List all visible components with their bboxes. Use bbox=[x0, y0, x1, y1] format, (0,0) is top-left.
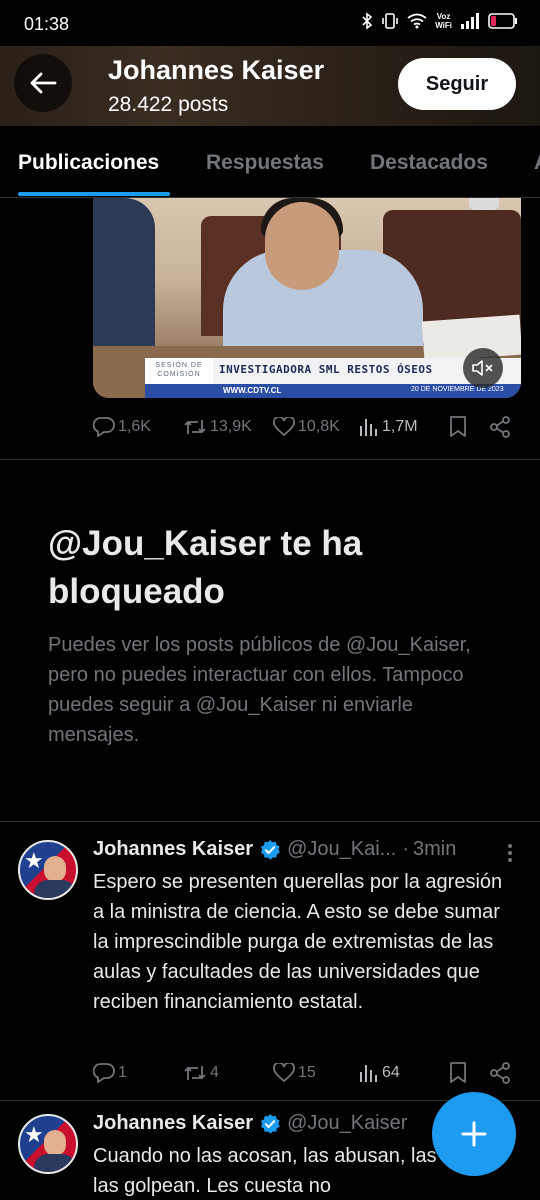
bookmark-button[interactable] bbox=[449, 1062, 467, 1084]
avatar[interactable]: ★ bbox=[18, 1114, 78, 1174]
share-button[interactable] bbox=[489, 1062, 511, 1084]
video-person bbox=[93, 198, 155, 358]
wifi-icon bbox=[407, 13, 427, 29]
more-dot bbox=[508, 844, 512, 848]
avatar-face bbox=[44, 856, 66, 882]
share-icon bbox=[490, 416, 510, 438]
bookmark-icon bbox=[450, 416, 466, 437]
repost-button[interactable]: 4 bbox=[183, 1063, 219, 1083]
tweet-author-name[interactable]: Johannes Kaiser bbox=[93, 1112, 253, 1135]
reply-button[interactable]: 1,6K bbox=[93, 417, 151, 437]
reply-count: 1 bbox=[118, 1064, 127, 1081]
bookmark-icon bbox=[450, 1062, 466, 1083]
tweet-timestamp[interactable]: 3min bbox=[413, 838, 456, 861]
verified-badge-icon bbox=[259, 839, 281, 861]
blocked-description: Puedes ver los posts públicos de @Jou_Ka… bbox=[48, 634, 471, 746]
video-player[interactable]: SESIÓN DE COMISIÓN INVESTIGADORA SML RES… bbox=[93, 198, 521, 398]
follow-button[interactable]: Seguir bbox=[398, 58, 516, 110]
tweet-text: Espero se presenten querellas por la agr… bbox=[93, 871, 503, 1013]
share-button[interactable] bbox=[489, 416, 511, 438]
more-dot bbox=[508, 858, 512, 862]
like-count: 10,8K bbox=[298, 418, 340, 435]
status-icons: Voz WiFi bbox=[361, 12, 518, 30]
lower-third-headline: INVESTIGADORA SML RESTOS ÓSEOS bbox=[219, 363, 433, 376]
repost-count: 13,9K bbox=[210, 418, 252, 435]
tab-respuestas[interactable]: Respuestas bbox=[206, 151, 324, 175]
profile-tabs: Publicaciones Respuestas Destacados A bbox=[0, 126, 540, 198]
like-button[interactable]: 15 bbox=[273, 1063, 316, 1083]
avatar-body bbox=[34, 880, 76, 898]
reply-count: 1,6K bbox=[118, 418, 151, 435]
tweet-author-handle: @Jou_Kaiser bbox=[287, 1112, 408, 1134]
tweet-header: Johannes Kaiser @Jou_Kaiser bbox=[93, 1112, 407, 1135]
avatar-face bbox=[44, 1130, 66, 1156]
video-person-head bbox=[265, 202, 339, 290]
more-dot bbox=[508, 851, 512, 855]
avatar-body bbox=[34, 1154, 76, 1172]
views-icon bbox=[360, 419, 377, 436]
tweet-header: Johannes Kaiser @Jou_Kai... · 3min bbox=[93, 838, 456, 861]
vibrate-icon bbox=[382, 13, 398, 29]
lower-third-site: WWW.CDTV.CL bbox=[223, 386, 282, 395]
status-time: 01:38 bbox=[24, 14, 70, 34]
bluetooth-icon bbox=[362, 12, 373, 30]
profile-name: Johannes Kaiser bbox=[108, 55, 325, 85]
tweet-actions: 1 4 15 64 bbox=[93, 1060, 521, 1086]
tab-destacados[interactable]: Destacados bbox=[370, 151, 488, 175]
tab-publicaciones[interactable]: Publicaciones bbox=[18, 151, 159, 175]
reply-icon bbox=[93, 417, 115, 437]
battery-icon bbox=[488, 13, 517, 29]
like-count: 15 bbox=[298, 1064, 316, 1081]
verified-badge-icon bbox=[259, 1113, 281, 1135]
mute-button[interactable] bbox=[463, 348, 503, 388]
views-button[interactable]: 1,7M bbox=[359, 417, 418, 437]
share-icon bbox=[490, 1062, 510, 1084]
flag-star-icon: ★ bbox=[24, 1122, 44, 1147]
tweet-author-name[interactable]: Johannes Kaiser bbox=[93, 838, 253, 861]
flag-star-icon: ★ bbox=[24, 848, 44, 873]
heart-icon bbox=[273, 1063, 295, 1083]
divider bbox=[0, 459, 540, 460]
reply-button[interactable]: 1 bbox=[93, 1063, 127, 1083]
fullscreen-icon[interactable] bbox=[469, 198, 499, 210]
status-bar: 01:38 Voz WiFi bbox=[0, 0, 540, 46]
back-button[interactable] bbox=[14, 54, 72, 112]
compose-button[interactable] bbox=[432, 1092, 516, 1176]
repost-icon bbox=[184, 420, 206, 434]
view-count: 1,7M bbox=[382, 418, 418, 435]
plus-icon bbox=[461, 1121, 487, 1147]
repost-button[interactable]: 13,9K bbox=[183, 417, 252, 437]
avatar[interactable]: ★ bbox=[18, 840, 78, 900]
speaker-muted-icon bbox=[472, 360, 493, 376]
repost-count: 4 bbox=[210, 1064, 219, 1081]
views-button[interactable]: 64 bbox=[359, 1063, 400, 1083]
lower-third-date: 20 DE NOVIEMBRE DE 2023 bbox=[411, 386, 504, 393]
reply-icon bbox=[93, 1063, 115, 1083]
voz-wifi-indicator: Voz WiFi bbox=[435, 12, 452, 30]
more-options-button[interactable] bbox=[500, 841, 520, 865]
bookmark-button[interactable] bbox=[449, 416, 467, 438]
like-button[interactable]: 10,8K bbox=[273, 417, 340, 437]
tab-more[interactable]: A bbox=[534, 151, 540, 175]
separator-dot: · bbox=[402, 838, 409, 860]
lower-third-tag: SESIÓN DE COMISIÓN bbox=[145, 358, 213, 384]
divider bbox=[0, 821, 540, 822]
signal-icon bbox=[461, 13, 479, 29]
media-post-actions: 1,6K 13,9K 10,8K 1,7M bbox=[93, 414, 521, 440]
post-count: 28.422 posts bbox=[108, 93, 229, 116]
view-count: 64 bbox=[382, 1064, 400, 1081]
arrow-left-icon bbox=[30, 72, 57, 94]
views-icon bbox=[360, 1065, 377, 1082]
blocked-title: @Jou_Kaiser te ha bloqueado bbox=[48, 524, 363, 611]
profile-header: Johannes Kaiser 28.422 posts Seguir bbox=[0, 46, 540, 126]
heart-icon bbox=[273, 417, 295, 437]
tweet-author-handle: @Jou_Kai... bbox=[287, 838, 397, 860]
active-tab-indicator bbox=[18, 192, 170, 196]
repost-icon bbox=[184, 1066, 206, 1080]
